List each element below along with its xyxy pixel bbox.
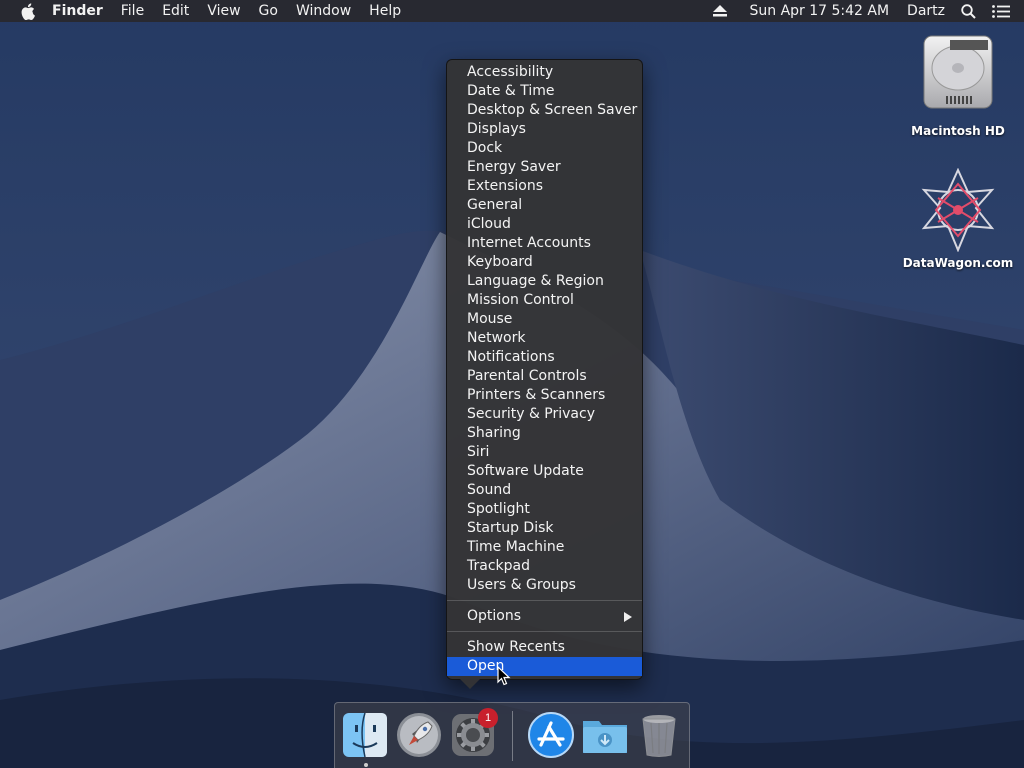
menu-item-displays[interactable]: Displays (447, 120, 642, 139)
menu-help[interactable]: Help (360, 0, 410, 22)
trash-icon (642, 715, 676, 757)
menu-window[interactable]: Window (287, 0, 360, 22)
dock-divider (512, 711, 513, 761)
menu-item-startup-disk[interactable]: Startup Disk (447, 519, 642, 538)
menu-item-sharing[interactable]: Sharing (447, 424, 642, 443)
menu-item-extensions[interactable]: Extensions (447, 177, 642, 196)
menu-edit[interactable]: Edit (153, 0, 198, 22)
menu-item-accessibility[interactable]: Accessibility (447, 63, 642, 82)
menu-item-siri[interactable]: Siri (447, 443, 642, 462)
dock-app-store[interactable] (527, 711, 575, 759)
menu-item-desktop-screen-saver[interactable]: Desktop & Screen Saver (447, 101, 642, 120)
menu-item-parental-controls[interactable]: Parental Controls (447, 367, 642, 386)
dock-launchpad[interactable] (395, 711, 443, 759)
menu-separator (447, 600, 642, 601)
dock-context-menu: Accessibility Date & Time Desktop & Scre… (446, 59, 643, 680)
menu-item-network[interactable]: Network (447, 329, 642, 348)
menu-item-general[interactable]: General (447, 196, 642, 215)
hard-drive-icon (923, 35, 993, 109)
menu-bar: Finder File Edit View Go Window Help Sun… (0, 0, 1024, 22)
menu-item-keyboard[interactable]: Keyboard (447, 253, 642, 272)
dock-trash[interactable] (635, 711, 683, 759)
menu-item-energy-saver[interactable]: Energy Saver (447, 158, 642, 177)
menu-app-finder[interactable]: Finder (50, 0, 112, 22)
menu-item-language-region[interactable]: Language & Region (447, 272, 642, 291)
menu-item-date-time[interactable]: Date & Time (447, 82, 642, 101)
menu-item-dock[interactable]: Dock (447, 139, 642, 158)
menu-item-options[interactable]: Options (447, 607, 642, 626)
finder-icon (343, 712, 387, 758)
menu-item-mouse[interactable]: Mouse (447, 310, 642, 329)
menu-file[interactable]: File (112, 0, 153, 22)
menu-item-mission-control[interactable]: Mission Control (447, 291, 642, 310)
mouse-cursor-icon (497, 666, 511, 686)
running-indicator (364, 763, 368, 767)
desktop-icon-label: DataWagon.com (902, 256, 1014, 270)
menu-item-icloud[interactable]: iCloud (447, 215, 642, 234)
dock (334, 702, 690, 768)
dock-downloads[interactable] (581, 711, 629, 759)
menu-item-users-groups[interactable]: Users & Groups (447, 576, 642, 595)
dock-finder[interactable] (341, 711, 389, 759)
menu-item-trackpad[interactable]: Trackpad (447, 557, 642, 576)
menu-item-open[interactable]: Open (447, 657, 642, 676)
launchpad-icon (397, 713, 441, 757)
submenu-arrow-icon (624, 612, 632, 622)
notification-badge: 1 (478, 708, 498, 728)
menu-view[interactable]: View (198, 0, 249, 22)
user-menu[interactable]: Dartz (897, 0, 953, 22)
network-star-icon (921, 168, 995, 252)
desktop-icon-datawagon[interactable]: DataWagon.com (903, 168, 1013, 270)
menu-item-time-machine[interactable]: Time Machine (447, 538, 642, 557)
menu-item-printers-scanners[interactable]: Printers & Scanners (447, 386, 642, 405)
app-store-icon (528, 712, 574, 758)
apple-menu-icon[interactable] (18, 2, 36, 20)
menu-item-internet-accounts[interactable]: Internet Accounts (447, 234, 642, 253)
menu-item-software-update[interactable]: Software Update (447, 462, 642, 481)
eject-icon[interactable] (705, 5, 735, 17)
menu-go[interactable]: Go (250, 0, 287, 22)
menu-item-security-privacy[interactable]: Security & Privacy (447, 405, 642, 424)
downloads-folder-icon (583, 721, 627, 753)
menu-item-notifications[interactable]: Notifications (447, 348, 642, 367)
menu-separator (447, 631, 642, 632)
menu-item-spotlight[interactable]: Spotlight (447, 500, 642, 519)
menu-item-show-recents[interactable]: Show Recents (447, 638, 642, 657)
menu-pointer-arrow (460, 679, 480, 689)
menu-item-sound[interactable]: Sound (447, 481, 642, 500)
notification-center-icon[interactable] (984, 4, 1024, 18)
desktop-icon-label: Macintosh HD (911, 124, 1005, 138)
desktop-icon-macintosh-hd[interactable]: Macintosh HD (903, 32, 1013, 138)
menu-item-options-label: Options (467, 608, 522, 624)
clock-datetime[interactable]: Sun Apr 17 5:42 AM (735, 0, 897, 22)
spotlight-search-icon[interactable] (953, 3, 984, 19)
